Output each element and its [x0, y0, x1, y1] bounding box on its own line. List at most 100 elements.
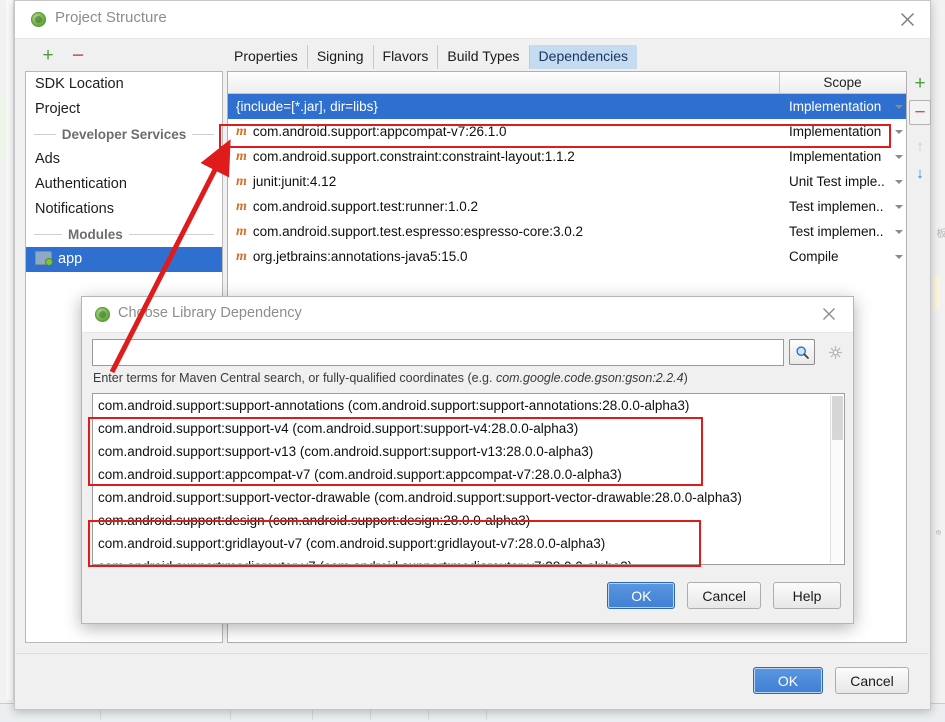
table-row[interactable]: m org.jetbrains:annotations-java5:15.0 Co… — [228, 244, 906, 269]
module-icon — [35, 251, 53, 266]
table-row[interactable]: m com.android.support:appcompat-v7:26.1.0… — [228, 119, 906, 144]
minus-icon[interactable]: − — [67, 44, 89, 66]
scrollbar[interactable] — [830, 395, 843, 563]
search-hint-suffix: ) — [683, 371, 688, 385]
move-down-button[interactable]: ↓ — [909, 161, 931, 186]
maven-module-icon: m — [236, 149, 247, 164]
maven-module-icon: m — [236, 174, 247, 189]
android-studio-icon — [31, 12, 46, 27]
table-row[interactable]: m com.android.support.test:runner:1.0.2 T… — [228, 194, 906, 219]
dependency-name: m com.android.support.test.espresso:espre… — [228, 224, 779, 239]
tab-signing[interactable]: Signing — [308, 45, 374, 69]
background-left-strip — [6, 0, 14, 700]
dependency-scope-label: Test implemen.. — [789, 224, 884, 239]
ok-button[interactable]: OK — [753, 667, 823, 694]
background-edge-text-bottom: e — [934, 530, 944, 537]
list-item[interactable]: com.android.support:gridlayout-v7 (com.a… — [93, 532, 844, 555]
maven-module-icon: m — [236, 199, 247, 214]
remove-dependency-button[interactable]: − — [909, 100, 931, 125]
dependency-scope-label: Unit Test imple.. — [789, 174, 885, 189]
dependency-name-label: org.jetbrains:annotations-java5:15.0 — [252, 249, 468, 264]
background-yellow-strip — [934, 276, 940, 310]
search-hint-prefix: Enter terms for Maven Central search, or… — [93, 371, 496, 385]
chevron-down-icon — [895, 229, 903, 234]
dependency-name-label: com.android.support.constraint:constrain… — [252, 149, 575, 164]
list-item[interactable]: com.android.support:design (com.android.… — [93, 509, 844, 532]
dialog-button-row: OK Cancel Help — [607, 582, 841, 609]
search-results-list[interactable]: com.android.support:support-annotations … — [92, 393, 845, 565]
dependency-name: m com.android.support:appcompat-v7:26.1.0 — [228, 124, 779, 139]
dependency-scope[interactable]: Test implemen.. — [779, 224, 906, 239]
sidebar-group-label: Modules — [68, 227, 123, 242]
list-item[interactable]: com.android.support:appcompat-v7 (com.an… — [93, 463, 844, 486]
tab-dependencies[interactable]: Dependencies — [529, 45, 638, 69]
chevron-down-icon — [895, 154, 903, 159]
search-input[interactable] — [92, 339, 784, 366]
dependency-actions-toolbar: + − ↑ ↓ — [909, 71, 931, 281]
plus-icon[interactable]: + — [37, 44, 59, 66]
sidebar-item-app[interactable]: app — [26, 247, 222, 272]
tab-build-types[interactable]: Build Types — [438, 45, 530, 69]
dependency-name: m org.jetbrains:annotations-java5:15.0 — [228, 249, 779, 264]
table-row[interactable]: m com.android.support.constraint:constrai… — [228, 144, 906, 169]
table-row[interactable]: {include=[*.jar], dir=libs} Implementati… — [228, 94, 906, 119]
dependencies-table-header: Scope — [228, 72, 906, 94]
sidebar-item-label: app — [58, 251, 83, 267]
table-row[interactable]: m com.android.support.test.espresso:espre… — [228, 219, 906, 244]
window-footer: OK Cancel — [16, 653, 929, 708]
cancel-button[interactable]: Cancel — [687, 582, 761, 609]
maven-module-icon: m — [236, 224, 247, 239]
dependency-scope-label: Implementation — [789, 124, 882, 139]
help-button[interactable]: Help — [773, 582, 841, 609]
chevron-down-icon — [895, 254, 903, 259]
dependency-scope[interactable]: Test implemen.. — [779, 199, 906, 214]
search-hint-example: com.google.code.gson:gson:2.2.4 — [495, 371, 684, 385]
sidebar-group-label: Developer Services — [61, 127, 187, 142]
dependency-scope[interactable]: Compile — [779, 249, 906, 264]
close-icon[interactable] — [884, 1, 930, 37]
project-structure-titlebar: Project Structure — [15, 1, 930, 39]
dependency-scope[interactable]: Implementation — [779, 124, 906, 139]
dependency-scope[interactable]: Implementation — [779, 149, 906, 164]
dependency-name: m com.android.support.test:runner:1.0.2 — [228, 199, 779, 214]
move-up-button[interactable]: ↑ — [909, 134, 931, 159]
close-icon[interactable] — [809, 297, 849, 331]
chevron-down-icon — [895, 129, 903, 134]
dependency-scope[interactable]: Unit Test imple.. — [779, 174, 906, 189]
dependency-name-label: com.android.support.test:runner:1.0.2 — [252, 199, 479, 214]
magnifier-icon[interactable] — [789, 339, 815, 365]
sidebar-item-project[interactable]: Project — [26, 97, 222, 122]
maven-module-icon: m — [236, 124, 247, 139]
sidebar-item-ads[interactable]: Ads — [26, 147, 222, 172]
dependency-name: {include=[*.jar], dir=libs} — [228, 99, 779, 114]
dependency-scope-label: Compile — [789, 249, 839, 264]
sidebar-item-notifications[interactable]: Notifications — [26, 197, 222, 222]
list-item[interactable]: com.android.support:support-annotations … — [93, 394, 844, 417]
sidebar-toolbar: + − — [25, 41, 225, 69]
chevron-down-icon — [895, 179, 903, 184]
choose-library-dependency-dialog: Choose Library Dependency Enter terms fo… — [81, 296, 854, 624]
list-item[interactable]: com.android.support:support-v13 (com.and… — [93, 440, 844, 463]
cancel-button[interactable]: Cancel — [835, 667, 909, 694]
column-header-scope: Scope — [823, 75, 862, 90]
scrollbar-thumb[interactable] — [832, 396, 843, 440]
add-dependency-button[interactable]: + — [909, 71, 931, 96]
dependency-name: m junit:junit:4.12 — [228, 174, 779, 189]
list-item[interactable]: com.android.support:support-v4 (com.andr… — [93, 417, 844, 440]
tab-properties[interactable]: Properties — [225, 45, 308, 69]
sidebar-item-sdk-location[interactable]: SDK Location — [26, 72, 222, 97]
dialog-search-row — [92, 339, 845, 366]
settings-asterisk-icon[interactable] — [825, 341, 845, 363]
dependency-scope-label: Test implemen.. — [789, 199, 884, 214]
sidebar-group-developer-services: Developer Services — [26, 122, 222, 147]
sidebar-item-authentication[interactable]: Authentication — [26, 172, 222, 197]
list-item[interactable]: com.android.support:support-vector-drawa… — [93, 486, 844, 509]
tab-flavors[interactable]: Flavors — [374, 45, 439, 69]
dependency-name-label: com.android.support:appcompat-v7:26.1.0 — [252, 124, 507, 139]
table-row[interactable]: m junit:junit:4.12 Unit Test imple.. — [228, 169, 906, 194]
list-item[interactable]: com.android.support:mediarouter-v7 (com.… — [93, 555, 844, 564]
dependency-name-label: {include=[*.jar], dir=libs} — [236, 99, 378, 114]
dependency-scope[interactable]: Implementation — [779, 99, 906, 114]
dialog-titlebar: Choose Library Dependency — [82, 297, 853, 333]
ok-button[interactable]: OK — [607, 582, 676, 609]
